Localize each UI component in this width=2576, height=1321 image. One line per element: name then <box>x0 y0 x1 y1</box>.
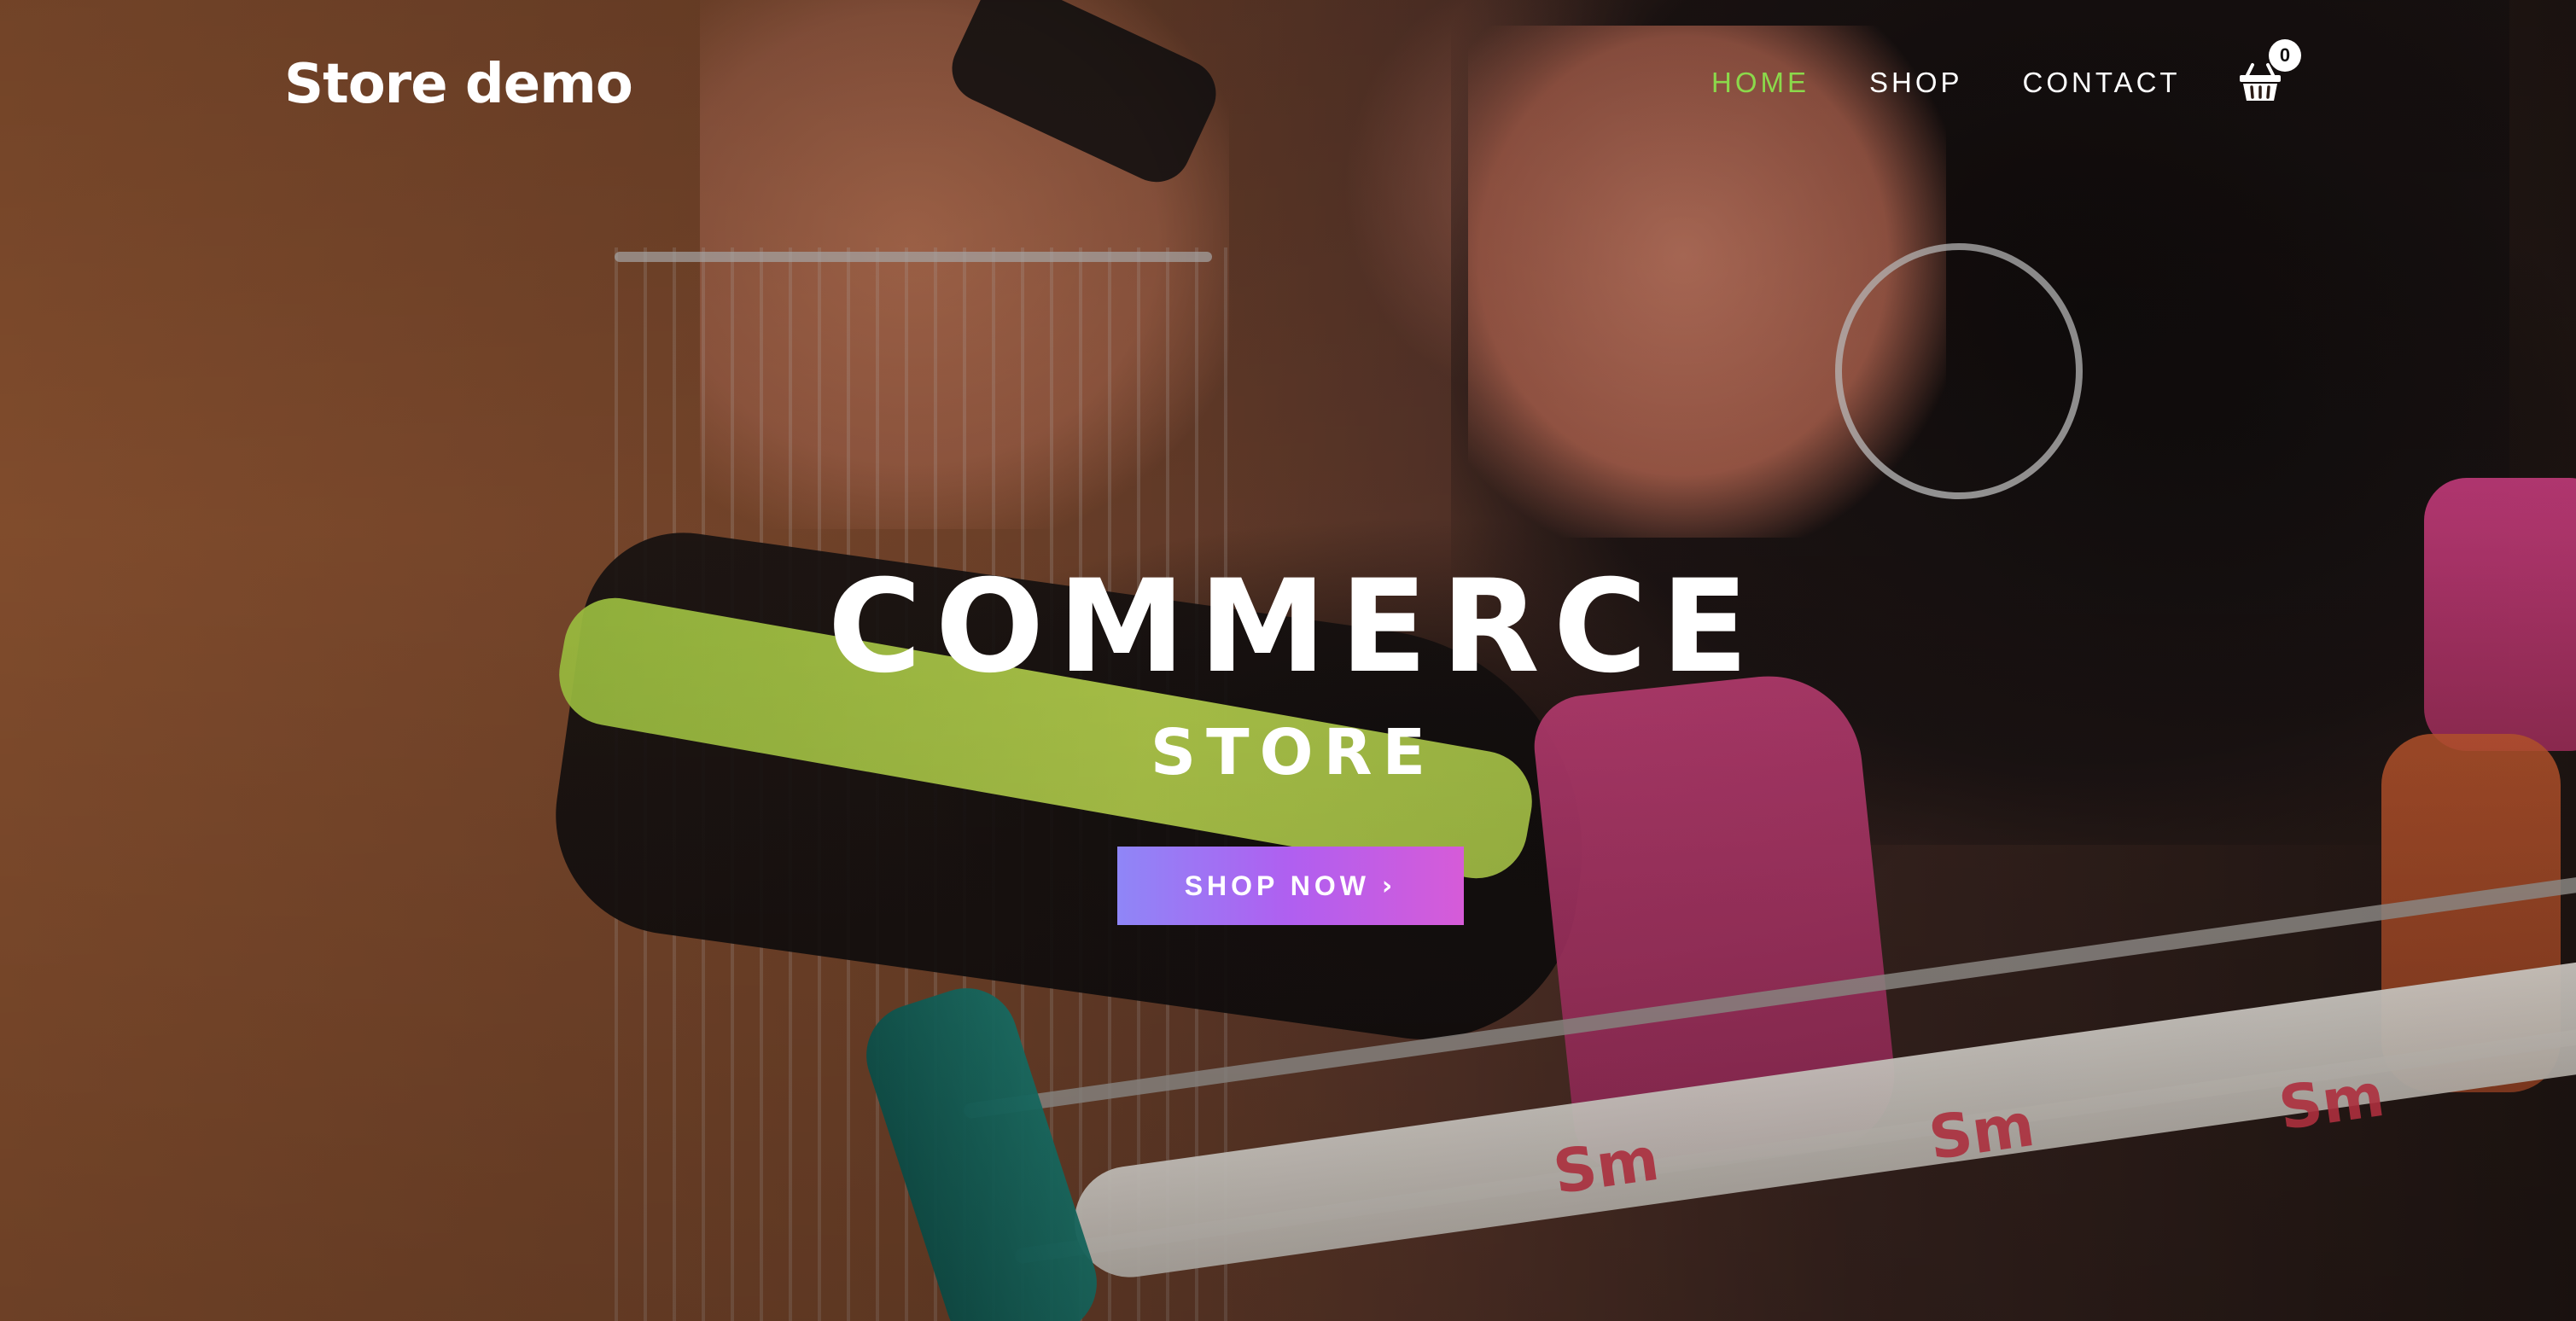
main-nav: HOME SHOP CONTACT <box>1711 67 2181 99</box>
nav-shop[interactable]: SHOP <box>1869 67 1963 99</box>
hero-section: Sm Sm Sm Store demo HOME SHOP CONTACT 0 … <box>0 0 2576 1321</box>
shop-now-button[interactable]: SHOP NOW › <box>1117 847 1464 925</box>
shop-now-label: SHOP NOW <box>1184 870 1370 901</box>
hero-title: COMMERCE <box>827 553 1763 701</box>
chevron-right-icon: › <box>1381 870 1397 901</box>
nav-contact[interactable]: CONTACT <box>2023 67 2181 99</box>
cart-count-badge: 0 <box>2269 39 2301 72</box>
brand-logo[interactable]: Store demo <box>284 53 633 116</box>
nav-home[interactable]: HOME <box>1711 67 1810 99</box>
cart-button[interactable]: 0 <box>2236 39 2301 106</box>
hero-subtitle: STORE <box>1150 716 1437 789</box>
